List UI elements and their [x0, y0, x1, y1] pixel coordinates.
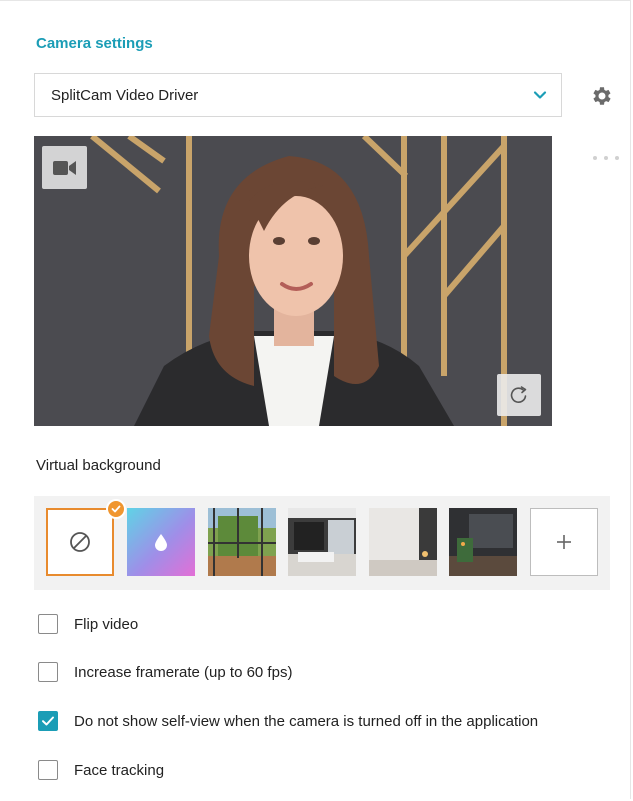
- background-image-bright-room[interactable]: [369, 508, 437, 576]
- camera-settings-panel: Camera settings SplitCam Video Driver Vi…: [0, 0, 631, 799]
- dark-living-room-image: [449, 508, 517, 576]
- background-image-balcony[interactable]: [208, 508, 276, 576]
- face-tracking-label: Face tracking: [74, 761, 165, 779]
- flip-video-checkbox[interactable]: [38, 614, 58, 634]
- section-title: Camera settings: [36, 35, 153, 52]
- balcony-image: [208, 508, 276, 576]
- selected-check-badge: [106, 499, 126, 519]
- camera-toggle-button[interactable]: [42, 146, 87, 189]
- option-hide-self-view[interactable]: Do not show self-view when the camera is…: [38, 710, 538, 732]
- plus-icon: [557, 535, 571, 549]
- background-image-modern-living-room[interactable]: [288, 508, 356, 576]
- check-icon: [111, 505, 121, 513]
- increase-framerate-label: Increase framerate (up to 60 fps): [74, 663, 293, 681]
- gear-icon[interactable]: [590, 84, 614, 108]
- virtual-background-list: [34, 496, 610, 590]
- blur-drop-icon: [155, 534, 167, 551]
- hide-self-view-label: Do not show self-view when the camera is…: [74, 712, 539, 730]
- camera-device-select[interactable]: SplitCam Video Driver: [34, 73, 562, 117]
- hide-self-view-checkbox[interactable]: [38, 711, 58, 731]
- camera-device-value: SplitCam Video Driver: [51, 86, 199, 104]
- increase-framerate-checkbox[interactable]: [38, 662, 58, 682]
- rotate-icon: [510, 386, 527, 403]
- flip-video-label: Flip video: [74, 615, 139, 633]
- camera-preview-image: [34, 136, 552, 426]
- more-options-icon[interactable]: [593, 156, 619, 162]
- no-background-icon: [70, 532, 90, 552]
- rotate-camera-button[interactable]: [497, 374, 541, 416]
- background-blur-option[interactable]: [127, 508, 195, 576]
- modern-living-room-image: [288, 508, 356, 576]
- background-image-dark-living-room[interactable]: [449, 508, 517, 576]
- option-flip-video[interactable]: Flip video: [38, 613, 138, 635]
- virtual-background-label: Virtual background: [36, 457, 161, 474]
- option-increase-framerate[interactable]: Increase framerate (up to 60 fps): [38, 661, 292, 683]
- background-none-option[interactable]: [46, 508, 114, 576]
- option-face-tracking[interactable]: Face tracking: [38, 759, 164, 781]
- bright-room-image: [369, 508, 437, 576]
- face-tracking-checkbox[interactable]: [38, 760, 58, 780]
- chevron-down-icon: [533, 91, 547, 99]
- checkmark-icon: [42, 716, 54, 726]
- camera-preview: [34, 136, 552, 426]
- add-background-button[interactable]: [530, 508, 598, 576]
- video-camera-icon: [52, 160, 76, 175]
